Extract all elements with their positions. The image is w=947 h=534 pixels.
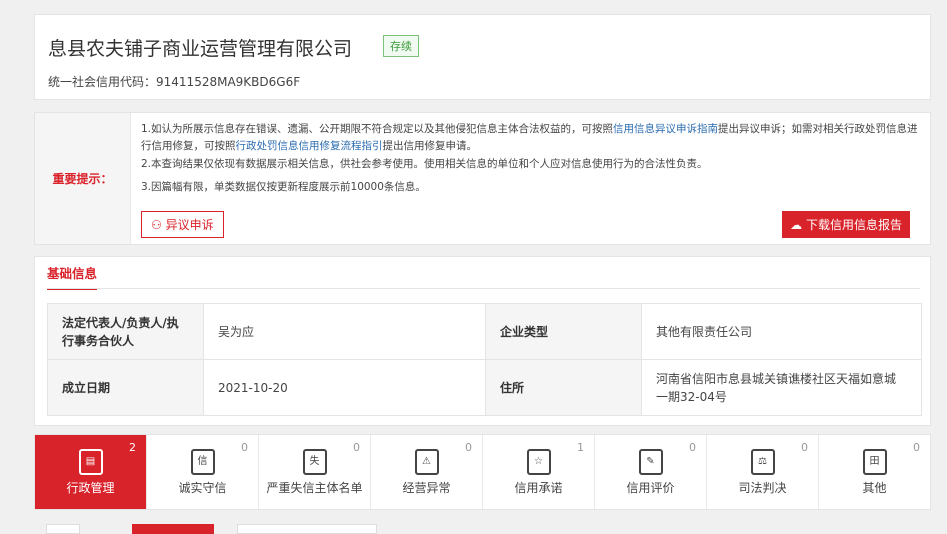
category-tabs: 2 ▤ 行政管理 0 信诚实守信 0 失严重失信主体名单 0 ⚠ 经营异常 1 ☆ 信用承诺 0… [34,434,931,510]
tab-abnormal-operation[interactable]: 0 ⚠ 经营异常 [371,435,483,509]
company-header: 息县农夫铺子商业运营管理有限公司 存续 统一社会信用代码：91411528MA9… [34,14,931,100]
tab-label: 严重失信主体名单 [266,481,363,495]
tab-count: 0 [689,441,696,454]
credit-code-value: 91411528MA9KBD6G6F [156,75,301,89]
basic-info-panel: 基础信息 法定代表人/负责人/执行事务合伙人 吴为应 企业类型 其他有限责任公司… [34,256,931,426]
field-value: 其他有限责任公司 [641,303,922,360]
notice-panel: 重要提示： 1.如认为所展示信息存在错误、遗漏、公开期限不符合规定以及其他侵犯信… [34,112,931,245]
tab-label: 信用评价 [626,481,675,495]
tab-count: 2 [129,441,136,454]
field-label: 法定代表人/负责人/执行事务合伙人 [47,303,204,360]
field-value: 吴为应 [203,303,486,360]
tab-label: 司法判决 [738,481,787,495]
edit-document-icon: ✎ [638,449,663,475]
document-stamp-icon: ▤ [78,449,103,475]
appeal-button[interactable]: ⚇ 异议申诉 [141,211,224,238]
user-icon: ⚇ [151,218,166,232]
tab-count: 0 [241,441,248,454]
company-name: 息县农夫铺子商业运营管理有限公司 [48,38,353,60]
download-label: 下载信用信息报告 [805,218,902,232]
id-card-icon: 失 [302,449,327,475]
divider [47,288,920,289]
notice-line-3: 3.因篇幅有限，单类数据仅按更新程度展示前10000条信息。 [141,181,426,193]
download-report-button[interactable]: ☁ 下载信用信息报告 [782,211,910,238]
notice-text: 提出信用修复申请。 [382,140,478,152]
grid-document-icon: 田 [862,449,887,475]
tab-label: 经营异常 [402,481,451,495]
tab-credit-evaluation[interactable]: 0 ✎ 信用评价 [595,435,707,509]
appeal-guide-link[interactable]: 信用信息异议申诉指南 [613,123,718,135]
notice-line-2: 2.本查询结果仅依现有数据展示相关信息，供社会参考使用。使用相关信息的单位和个人… [141,158,708,170]
credit-code: 统一社会信用代码：91411528MA9KBD6G6F [48,73,300,90]
field-label: 成立日期 [47,359,204,416]
notice-label: 重要提示： [35,113,131,244]
field-value: 2021-10-20 [203,359,486,416]
tab-count: 0 [465,441,472,454]
certificate-icon: ☆ [526,449,551,475]
repair-guide-link[interactable]: 行政处罚信息信用修复流程指引 [236,140,383,152]
table-row: 法定代表人/负责人/执行事务合伙人 吴为应 企业类型 其他有限责任公司 [47,303,922,360]
tab-admin-management[interactable]: 2 ▤ 行政管理 [35,435,147,509]
basic-info-title: 基础信息 [47,263,98,290]
shield-icon: 信 [190,449,215,475]
notice-text: 1.如认为所展示信息存在错误、遗漏、公开期限不符合规定以及其他侵犯信息主体合法权… [141,123,614,135]
tab-label: 行政管理 [66,481,115,495]
field-value: 河南省信阳市息县城关镇谯楼社区天福如意城一期32-04号 [641,359,922,416]
tab-label: 诚实守信 [178,481,227,495]
sub-tab[interactable] [237,524,377,534]
alarm-light-icon: ⚠ [414,449,439,475]
sub-tab[interactable] [46,524,80,534]
basic-info-table: 法定代表人/负责人/执行事务合伙人 吴为应 企业类型 其他有限责任公司 成立日期… [47,303,922,416]
cloud-download-icon: ☁ [790,218,806,232]
field-label: 企业类型 [485,303,642,360]
sub-tab-active[interactable] [132,524,214,534]
table-row: 成立日期 2021-10-20 住所 河南省信阳市息县城关镇谯楼社区天福如意城一… [47,359,922,416]
tab-label: 其他 [862,481,887,495]
appeal-label: 异议申诉 [165,218,214,232]
tab-honesty[interactable]: 0 信诚实守信 [147,435,259,509]
gavel-document-icon: ⚖ [750,449,775,475]
field-label: 住所 [485,359,642,416]
tab-dishonest-list[interactable]: 0 失严重失信主体名单 [259,435,371,509]
tab-count: 0 [913,441,920,454]
tab-count: 0 [801,441,808,454]
tab-count: 0 [353,441,360,454]
tab-judicial-judgment[interactable]: 0 ⚖ 司法判决 [707,435,819,509]
tab-count: 1 [577,441,584,454]
tab-other[interactable]: 0 田其他 [819,435,930,509]
notice-line-1: 1.如认为所展示信息存在错误、遗漏、公开期限不符合规定以及其他侵犯信息主体合法权… [141,121,918,155]
tab-label: 信用承诺 [514,481,563,495]
sub-tabs [46,524,377,534]
tab-credit-commitment[interactable]: 1 ☆ 信用承诺 [483,435,595,509]
credit-code-label: 统一社会信用代码： [48,75,157,89]
status-badge: 存续 [383,35,419,57]
